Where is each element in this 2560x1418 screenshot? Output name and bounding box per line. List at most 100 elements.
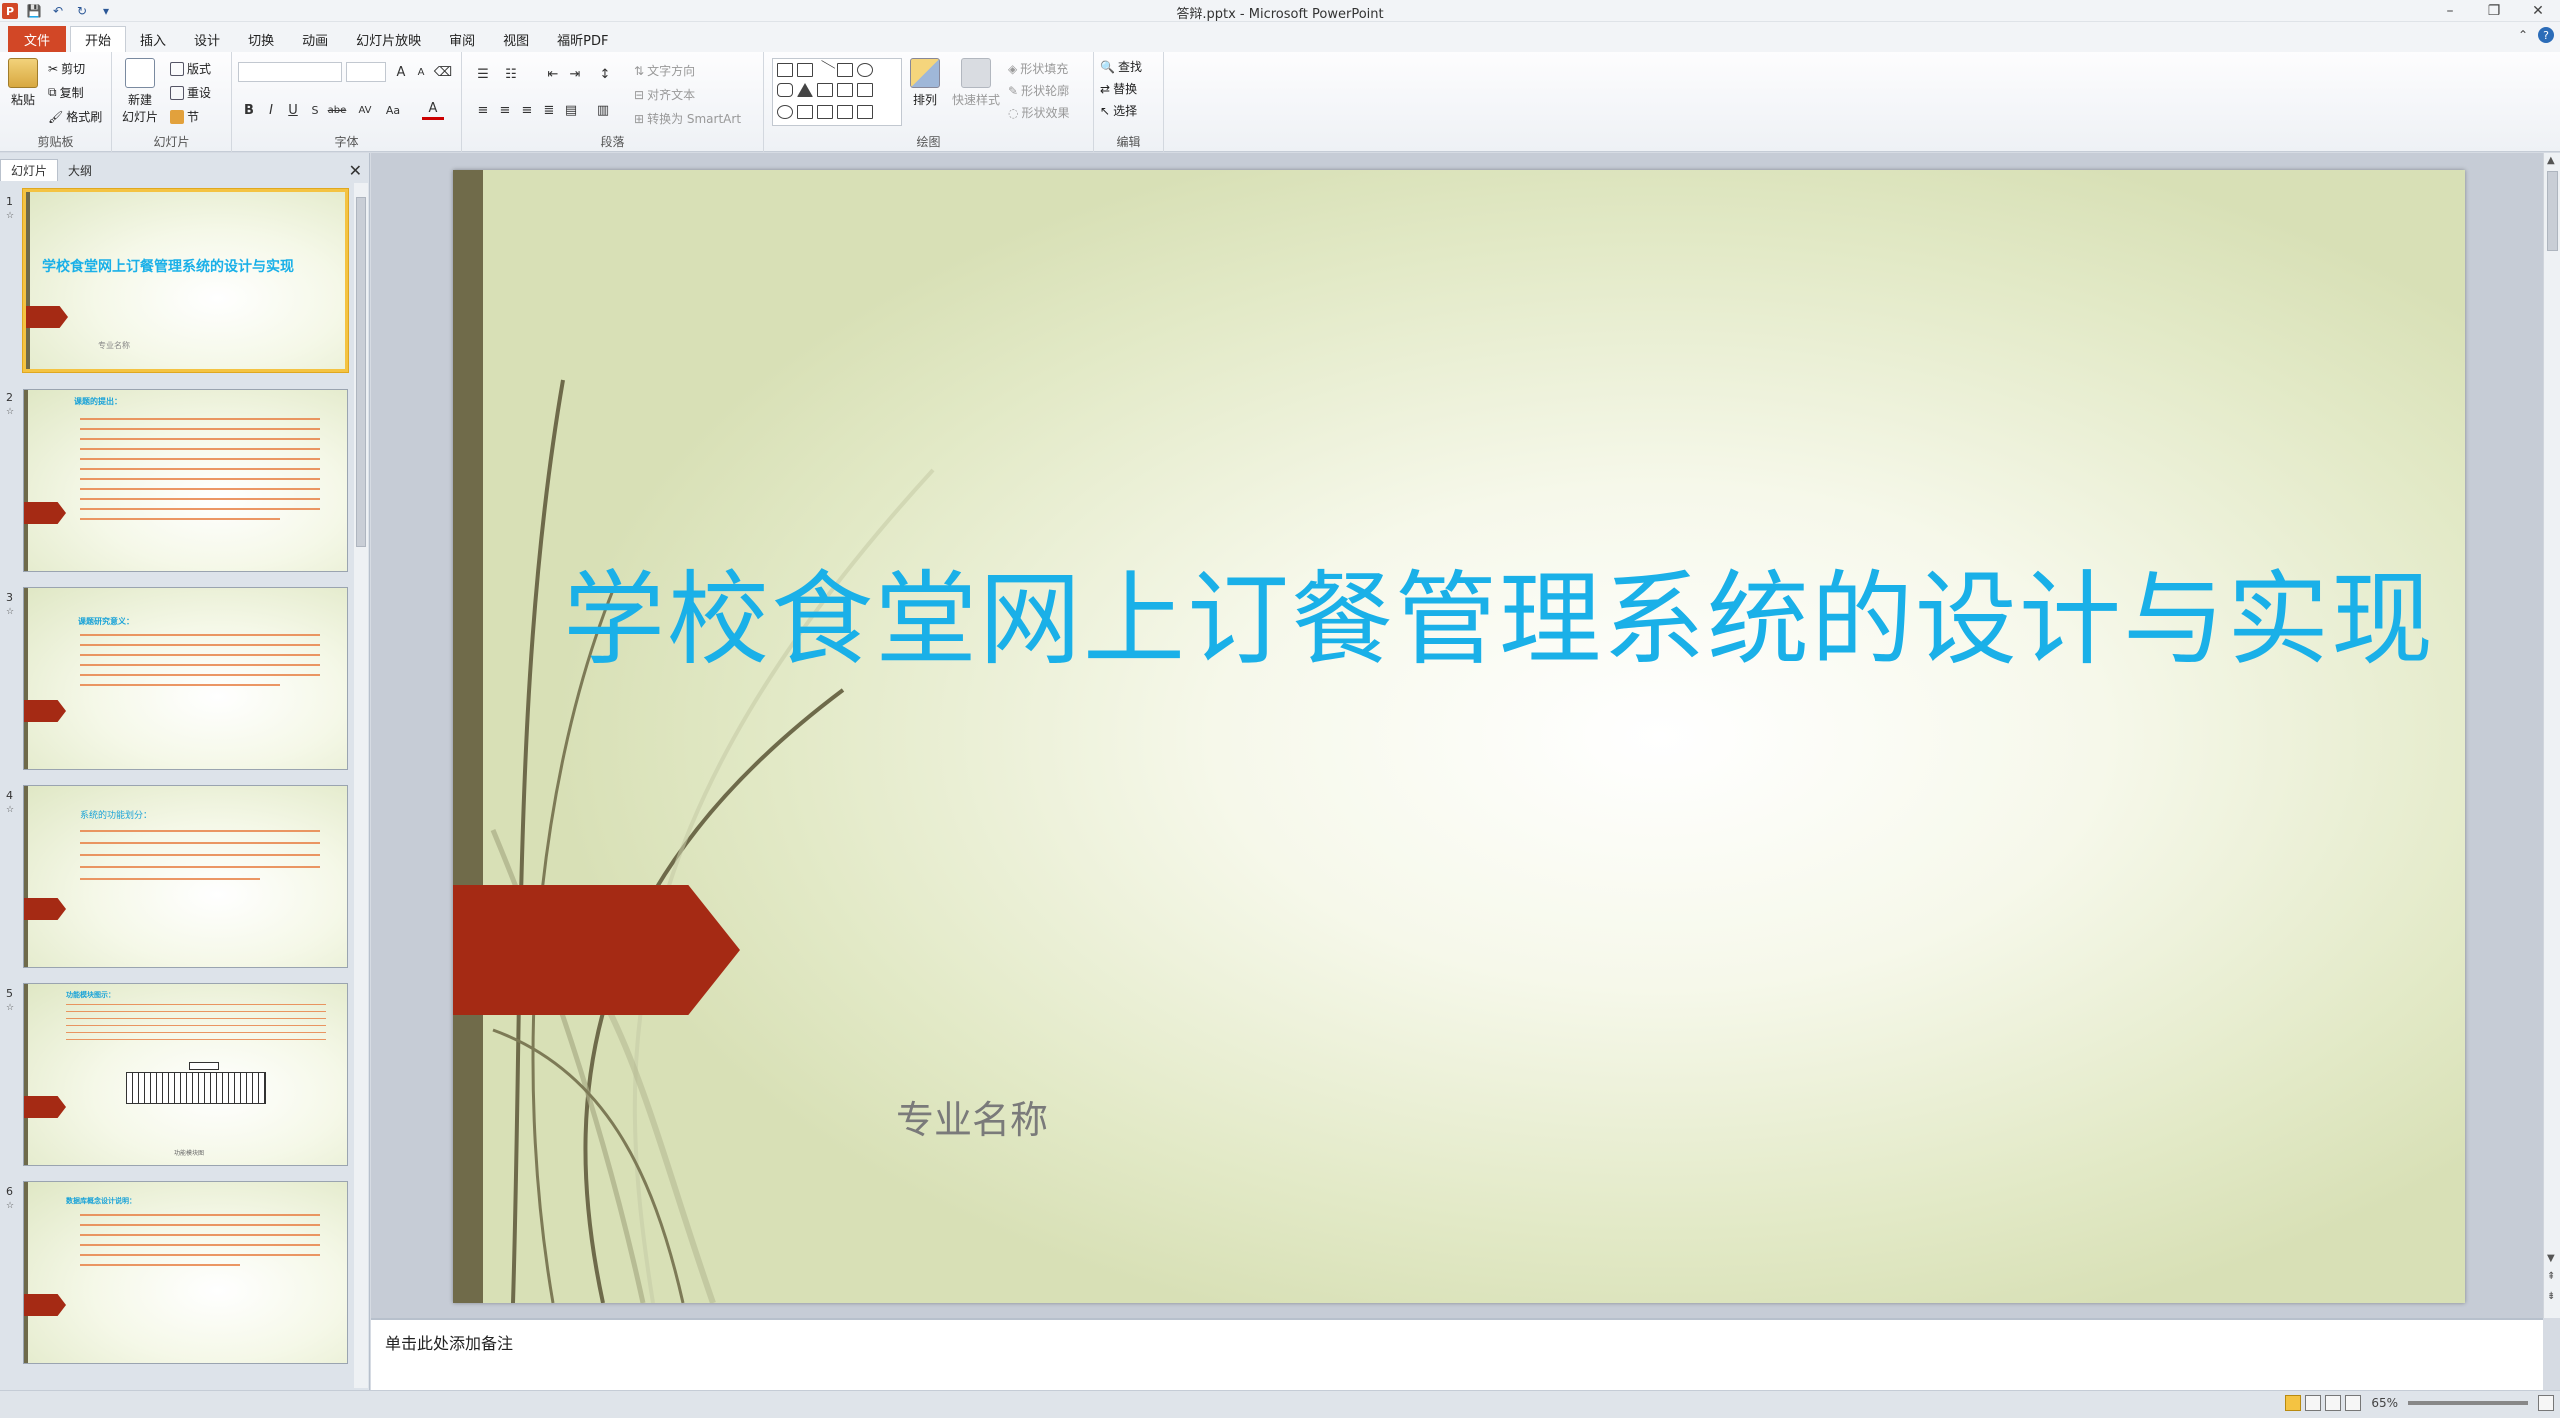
slide-thumbnail-2[interactable]: 课题的提出： [23,389,348,572]
grow-font-button[interactable]: A [390,62,412,82]
shape-outline-button[interactable]: ✎ 形状轮廓 [1008,82,1069,99]
align-left-icon[interactable]: ≡ [472,100,494,120]
textbox-shape-icon[interactable] [777,63,793,77]
normal-view-icon[interactable] [2285,1395,2302,1411]
fit-to-window-icon[interactable] [2538,1395,2554,1411]
font-color-button[interactable]: A [422,100,444,120]
underline-button[interactable]: U [282,100,304,120]
minimize-button[interactable]: – [2428,0,2472,22]
select-button[interactable]: ↖ 选择 [1100,102,1137,119]
clear-format-icon[interactable]: ⌫ [432,62,454,82]
change-case-button[interactable]: Aa [382,100,404,120]
font-size-combo[interactable] [346,62,386,82]
smartart-button[interactable]: ⊞ 转换为 SmartArt [634,110,741,127]
shrink-font-button[interactable]: A [410,62,432,82]
arrange-button[interactable]: 排列 [910,58,940,108]
tab-insert[interactable]: 插入 [126,26,180,52]
star-shape-icon[interactable] [857,105,873,119]
find-button[interactable]: 🔍 查找 [1100,58,1142,75]
tab-home[interactable]: 开始 [70,26,127,52]
restore-button[interactable]: ❐ [2472,0,2516,22]
numbering-icon[interactable]: ☷ [500,64,522,84]
align-text-button[interactable]: ⊟ 对齐文本 [634,86,695,103]
zoom-level[interactable]: 65% [2371,1396,2398,1410]
tab-foxit-pdf[interactable]: 福昕PDF [543,26,622,52]
slide-thumbnail-5[interactable]: 功能模块图示： 功能模块图 [23,983,348,1166]
close-button[interactable]: ✕ [2516,0,2560,22]
cut-button[interactable]: ✂ 剪切 [48,60,85,77]
tab-view[interactable]: 视图 [489,26,543,52]
textbox-vertical-shape-icon[interactable] [797,63,813,77]
copy-button[interactable]: ⧉ 复制 [48,84,84,101]
tab-outline[interactable]: 大纲 [58,160,102,181]
shape-gallery[interactable] [772,58,902,126]
align-center-icon[interactable]: ≡ [494,100,516,120]
notes-placeholder[interactable]: 单击此处添加备注 [385,1330,513,1354]
font-name-combo[interactable] [238,62,342,82]
notes-pane[interactable]: 单击此处添加备注 [371,1318,2543,1390]
reading-view-icon[interactable] [2325,1395,2342,1411]
rectangle-shape-icon[interactable] [837,63,853,77]
freeform-shape-icon[interactable] [797,105,813,119]
tab-slides[interactable]: 幻灯片 [0,159,59,181]
tab-review[interactable]: 审阅 [435,26,489,52]
ribbon-collapse-icon[interactable]: ⌃ [2518,28,2528,42]
curve-shape-icon[interactable] [817,105,833,119]
prev-slide-icon[interactable]: ⇞ [2547,1271,2555,1282]
bullets-icon[interactable]: ☰ [472,64,494,84]
slide-scrollbar[interactable]: ▲ ▼ ⇞ ⇟ [2543,153,2560,1318]
quick-styles-button[interactable]: 快速样式 [952,58,1000,108]
help-icon[interactable]: ? [2538,27,2554,43]
next-slide-icon[interactable]: ⇟ [2547,1291,2555,1302]
justify-icon[interactable]: ≣ [538,100,560,120]
layout-button[interactable]: 版式 [170,60,211,77]
align-right-icon[interactable]: ≡ [516,100,538,120]
line-shape-icon[interactable] [814,59,836,81]
arrow-down-shape-icon[interactable] [857,83,873,97]
zoom-slider[interactable] [2408,1401,2528,1405]
thumbnail-scrollbar[interactable] [354,183,368,1388]
text-direction-button[interactable]: ⇅ 文字方向 [634,62,695,79]
slide-title[interactable]: 学校食堂网上订餐管理系统的设计与实现 [563,538,2443,685]
slide-thumbnail-6[interactable]: 数据库概念设计说明： [23,1181,348,1364]
columns-icon[interactable]: ▥ [592,100,614,120]
connector-shape-icon[interactable] [817,83,833,97]
triangle-shape-icon[interactable] [797,83,813,97]
tab-transitions[interactable]: 切换 [234,26,288,52]
reset-button[interactable]: 重设 [170,84,211,101]
section-button[interactable]: 节 [170,108,199,125]
format-painter-button[interactable]: 🖌 格式刷 [48,108,102,125]
slide-scroll-thumb[interactable] [2547,171,2558,251]
increase-indent-icon[interactable]: ⇥ [564,64,586,84]
slide-subtitle[interactable]: 专业名称 [896,1089,1048,1144]
brace-shape-icon[interactable] [837,105,853,119]
tab-animations[interactable]: 动画 [288,26,342,52]
slide-thumbnail-1[interactable]: 学校食堂网上订餐管理系统的设计与实现 专业名称 [23,189,348,372]
tab-file[interactable]: 文件 [8,26,67,52]
scroll-up-icon[interactable]: ▲ [2547,155,2555,166]
slide-canvas[interactable]: 学校食堂网上订餐管理系统的设计与实现 专业名称 [453,170,2465,1303]
arrow-right-shape-icon[interactable] [837,83,853,97]
strikethrough-button[interactable]: abe [326,100,348,120]
shape-effects-button[interactable]: ◌ 形状效果 [1008,104,1070,121]
pentagon-shape-icon[interactable] [777,105,793,119]
rounded-rect-shape-icon[interactable] [777,83,793,97]
decrease-indent-icon[interactable]: ⇤ [542,64,564,84]
oval-shape-icon[interactable] [857,63,873,77]
bold-button[interactable]: B [238,100,260,120]
tab-design[interactable]: 设计 [180,26,234,52]
slide-thumbnail-3[interactable]: 课题研究意义： [23,587,348,770]
shadow-button[interactable]: S [304,100,326,120]
line-spacing-icon[interactable]: ↕ [594,64,616,84]
slideshow-icon[interactable] [2345,1395,2362,1411]
scroll-down-icon[interactable]: ▼ [2547,1253,2555,1264]
paste-button[interactable]: 粘贴 [8,58,38,108]
italic-button[interactable]: I [260,100,282,120]
new-slide-button[interactable]: 新建 幻灯片 [122,58,158,125]
slide-sorter-icon[interactable] [2305,1395,2322,1411]
distributed-icon[interactable]: ▤ [560,100,582,120]
slide-thumbnail-4[interactable]: 系统的功能划分： [23,785,348,968]
replace-button[interactable]: ⇄ 替换 [1100,80,1137,97]
thumbnail-scroll-thumb[interactable] [356,197,366,547]
char-spacing-button[interactable]: AV [354,100,376,120]
